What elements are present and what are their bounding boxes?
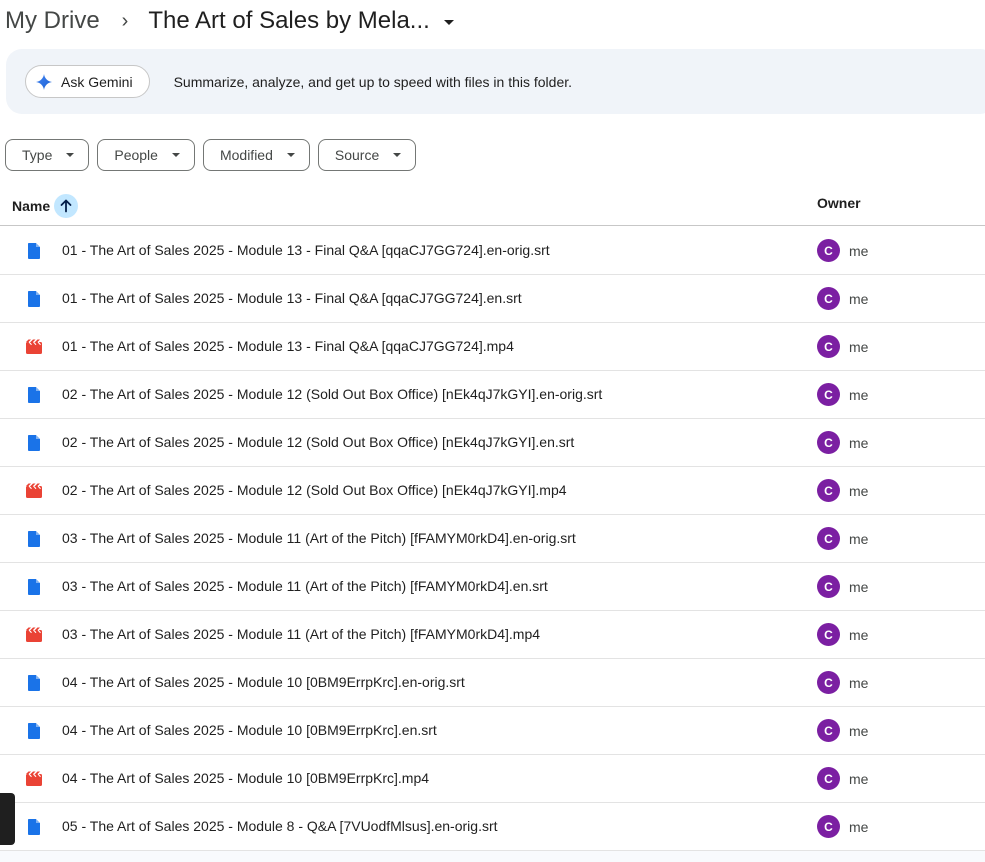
document-icon bbox=[26, 387, 42, 403]
owner-name: me bbox=[849, 819, 869, 835]
owner-avatar: C bbox=[817, 335, 840, 358]
owner-avatar: C bbox=[817, 479, 840, 502]
owner-avatar: C bbox=[817, 575, 840, 598]
table-row[interactable]: 03 - The Art of Sales 2025 - Module 11 (… bbox=[0, 563, 985, 611]
breadcrumb-separator-icon: › bbox=[121, 10, 129, 32]
table-row[interactable]: 01 - The Art of Sales 2025 - Module 13 -… bbox=[0, 323, 985, 371]
video-icon bbox=[26, 627, 42, 643]
gemini-banner: Ask Gemini Summarize, analyze, and get u… bbox=[6, 49, 985, 114]
video-icon bbox=[26, 771, 42, 787]
owner-avatar: C bbox=[817, 815, 840, 838]
file-name: 04 - The Art of Sales 2025 - Module 10 [… bbox=[62, 674, 465, 690]
owner-name: me bbox=[849, 531, 869, 547]
breadcrumb-current-folder[interactable]: The Art of Sales by Mela... bbox=[148, 7, 454, 35]
file-name: 04 - The Art of Sales 2025 - Module 10 [… bbox=[62, 722, 437, 738]
owner-avatar: C bbox=[817, 527, 840, 550]
owner-name: me bbox=[849, 771, 869, 787]
owner-name: me bbox=[849, 243, 869, 259]
filter-bar: Type People Modified Source bbox=[5, 139, 424, 171]
file-name: 03 - The Art of Sales 2025 - Module 11 (… bbox=[62, 578, 548, 594]
breadcrumb: My Drive › The Art of Sales by Mela... bbox=[0, 0, 985, 42]
folder-menu-caret-icon bbox=[443, 19, 454, 25]
filter-type-label: Type bbox=[22, 147, 53, 163]
filter-modified-chip[interactable]: Modified bbox=[202, 139, 310, 171]
owner-name: me bbox=[849, 483, 869, 499]
file-name: 02 - The Art of Sales 2025 - Module 12 (… bbox=[62, 482, 567, 498]
table-row[interactable]: 05 - The Art of Sales 2025 - Module 8 - … bbox=[0, 803, 985, 851]
dropdown-caret-icon bbox=[286, 153, 295, 157]
bottom-strip bbox=[0, 851, 985, 862]
filter-type-chip[interactable]: Type bbox=[5, 139, 90, 171]
owner-column-header[interactable]: Owner bbox=[817, 195, 861, 211]
document-icon bbox=[26, 531, 42, 547]
owner-name: me bbox=[849, 627, 869, 643]
file-list-header: Name Owner bbox=[0, 184, 985, 226]
table-row[interactable]: 02 - The Art of Sales 2025 - Module 12 (… bbox=[0, 419, 985, 467]
owner-avatar: C bbox=[817, 671, 840, 694]
owner-name: me bbox=[849, 339, 869, 355]
current-folder-name: The Art of Sales by Mela... bbox=[148, 7, 430, 34]
ask-gemini-label: Ask Gemini bbox=[61, 73, 133, 90]
owner-name: me bbox=[849, 723, 869, 739]
owner-name: me bbox=[849, 387, 869, 403]
dropdown-caret-icon bbox=[171, 153, 180, 157]
ask-gemini-button[interactable]: Ask Gemini bbox=[25, 65, 150, 98]
owner-name: me bbox=[849, 435, 869, 451]
document-icon bbox=[26, 291, 42, 307]
file-name: 05 - The Art of Sales 2025 - Module 8 - … bbox=[62, 818, 498, 834]
owner-name: me bbox=[849, 675, 869, 691]
filter-people-label: People bbox=[114, 147, 158, 163]
document-icon bbox=[26, 579, 42, 595]
name-column-label: Name bbox=[12, 198, 51, 214]
table-row[interactable]: 03 - The Art of Sales 2025 - Module 11 (… bbox=[0, 515, 985, 563]
name-column-header[interactable]: Name bbox=[12, 194, 79, 218]
owner-avatar: C bbox=[817, 431, 840, 454]
video-icon bbox=[26, 339, 42, 355]
filter-source-label: Source bbox=[334, 147, 380, 163]
video-icon bbox=[26, 483, 42, 499]
file-name: 02 - The Art of Sales 2025 - Module 12 (… bbox=[62, 386, 603, 402]
filter-people-chip[interactable]: People bbox=[97, 139, 195, 171]
filter-modified-label: Modified bbox=[219, 147, 273, 163]
owner-avatar: C bbox=[817, 239, 840, 262]
owner-name: me bbox=[849, 579, 869, 595]
filter-source-chip[interactable]: Source bbox=[317, 139, 417, 171]
owner-avatar: C bbox=[817, 623, 840, 646]
file-list: 01 - The Art of Sales 2025 - Module 13 -… bbox=[0, 227, 985, 851]
owner-avatar: C bbox=[817, 719, 840, 742]
owner-name: me bbox=[849, 291, 869, 307]
table-row[interactable]: 01 - The Art of Sales 2025 - Module 13 -… bbox=[0, 227, 985, 275]
table-row[interactable]: 04 - The Art of Sales 2025 - Module 10 [… bbox=[0, 707, 985, 755]
arrow-up-icon bbox=[60, 199, 72, 213]
table-row[interactable]: 02 - The Art of Sales 2025 - Module 12 (… bbox=[0, 467, 985, 515]
table-row[interactable]: 02 - The Art of Sales 2025 - Module 12 (… bbox=[0, 371, 985, 419]
table-row[interactable]: 04 - The Art of Sales 2025 - Module 10 [… bbox=[0, 755, 985, 803]
table-row[interactable]: 04 - The Art of Sales 2025 - Module 10 [… bbox=[0, 659, 985, 707]
gemini-description: Summarize, analyze, and get up to speed … bbox=[173, 73, 573, 90]
document-icon bbox=[26, 243, 42, 259]
table-row[interactable]: 01 - The Art of Sales 2025 - Module 13 -… bbox=[0, 275, 985, 323]
dropdown-caret-icon bbox=[393, 153, 402, 157]
breadcrumb-my-drive[interactable]: My Drive bbox=[5, 7, 100, 35]
document-icon bbox=[26, 723, 42, 739]
file-name: 04 - The Art of Sales 2025 - Module 10 [… bbox=[62, 770, 430, 786]
file-name: 01 - The Art of Sales 2025 - Module 13 -… bbox=[62, 290, 522, 306]
sort-direction-button[interactable] bbox=[54, 194, 79, 218]
file-name: 01 - The Art of Sales 2025 - Module 13 -… bbox=[62, 242, 550, 258]
table-row[interactable]: 03 - The Art of Sales 2025 - Module 11 (… bbox=[0, 611, 985, 659]
gemini-sparkle-icon bbox=[36, 73, 52, 90]
owner-avatar: C bbox=[817, 767, 840, 790]
document-icon bbox=[26, 675, 42, 691]
file-name: 01 - The Art of Sales 2025 - Module 13 -… bbox=[62, 338, 514, 354]
file-name: 03 - The Art of Sales 2025 - Module 11 (… bbox=[62, 530, 576, 546]
owner-avatar: C bbox=[817, 287, 840, 310]
file-name: 02 - The Art of Sales 2025 - Module 12 (… bbox=[62, 434, 575, 450]
side-panel-handle[interactable] bbox=[0, 793, 15, 845]
document-icon bbox=[26, 819, 42, 835]
document-icon bbox=[26, 435, 42, 451]
file-name: 03 - The Art of Sales 2025 - Module 11 (… bbox=[62, 626, 541, 642]
dropdown-caret-icon bbox=[66, 153, 75, 157]
owner-avatar: C bbox=[817, 383, 840, 406]
